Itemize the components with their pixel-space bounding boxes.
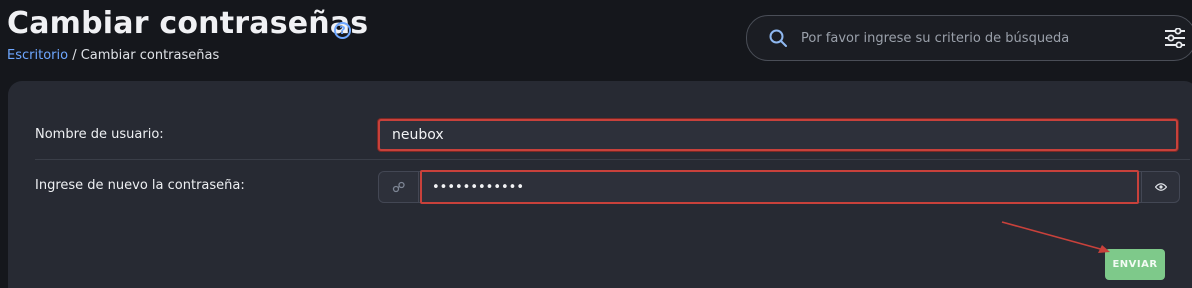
password-field[interactable] — [422, 172, 1137, 202]
breadcrumb-separator: / — [68, 48, 81, 63]
page-title: Cambiar contraseñas — [7, 6, 369, 41]
search-icon — [769, 29, 787, 47]
key-icon — [379, 172, 419, 202]
sliders-icon[interactable] — [1164, 28, 1186, 48]
username-field-wrapper — [378, 119, 1178, 151]
breadcrumb-current: Cambiar contraseñas — [80, 48, 220, 63]
eye-icon[interactable] — [1141, 172, 1179, 202]
breadcrumb: Escritorio / Cambiar contraseñas — [7, 48, 219, 63]
username-label: Nombre de usuario: — [35, 127, 164, 142]
breadcrumb-home-link[interactable]: Escritorio — [7, 48, 68, 63]
search-bar — [746, 15, 1192, 61]
password-field-wrapper — [420, 170, 1139, 204]
help-icon[interactable]: ? — [334, 22, 351, 39]
annotation-arrow — [1001, 221, 1110, 253]
password-label: Ingrese de nuevo la contraseña: — [35, 178, 245, 193]
password-input-group — [378, 170, 1180, 204]
search-input[interactable] — [801, 16, 1141, 60]
form-divider — [35, 159, 1190, 160]
change-password-page: Cambiar contraseñas ? Escritorio / Cambi… — [0, 0, 1192, 288]
username-field[interactable] — [380, 121, 1176, 149]
